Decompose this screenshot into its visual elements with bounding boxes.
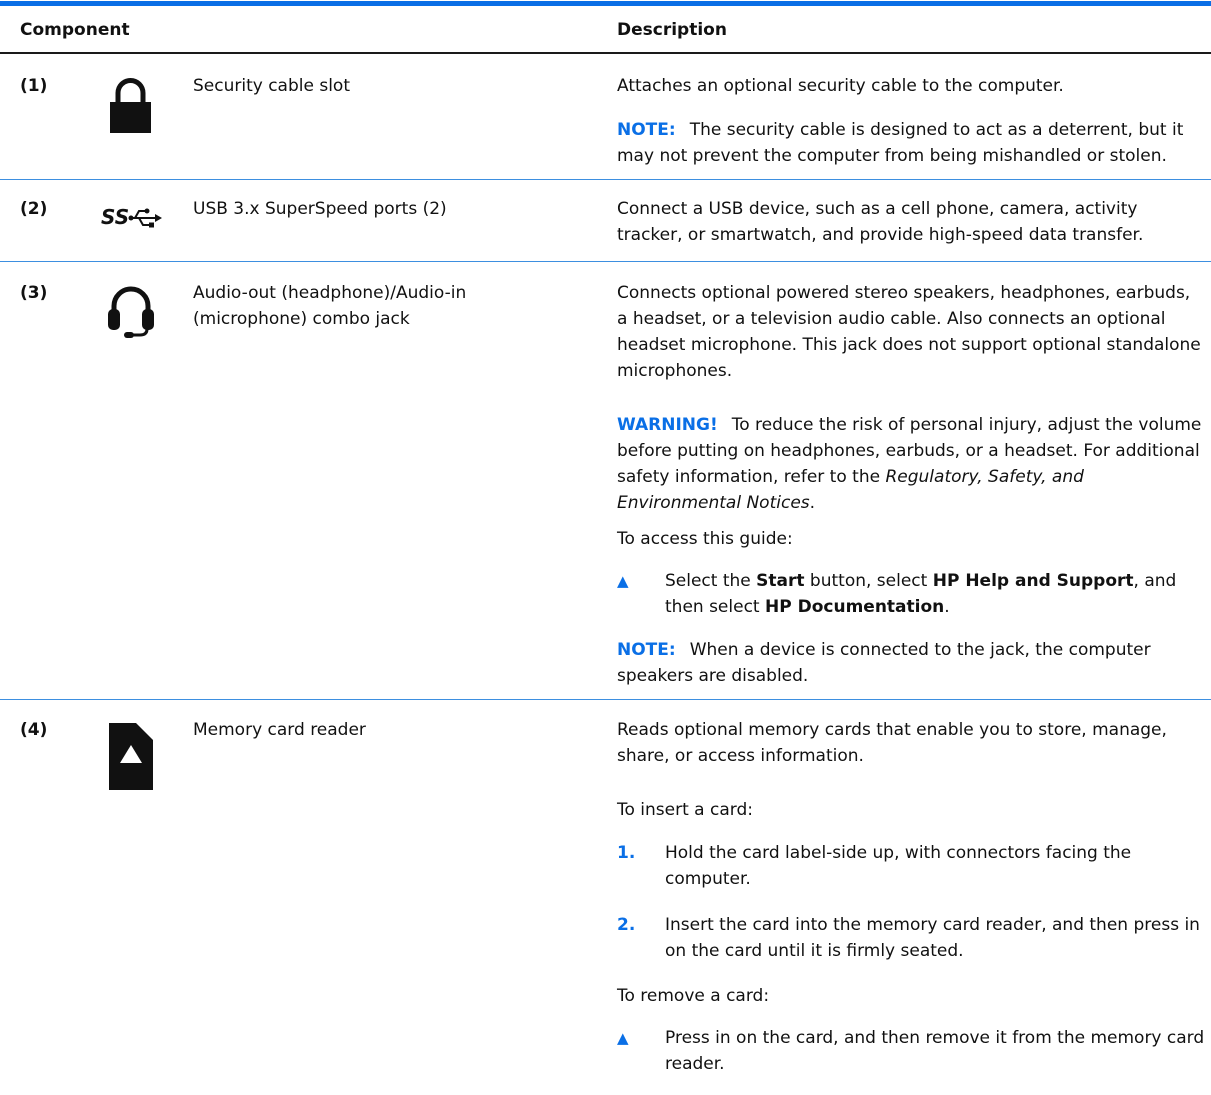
note-block: NOTE: When a device is connected to the j… xyxy=(617,637,1205,689)
triangle-bullet-icon: ▲ xyxy=(617,1029,629,1047)
headset-icon xyxy=(108,286,154,338)
access-step: Select the Start button, select HP Help … xyxy=(665,568,1205,620)
component-description: Reads optional memory cards that enable … xyxy=(617,720,1167,766)
step-number: 2. xyxy=(617,915,636,935)
access-intro: To access this guide: xyxy=(617,529,793,549)
row-divider xyxy=(0,261,1211,262)
note-text: The security cable is designed to act as… xyxy=(617,120,1184,166)
insert-intro: To insert a card: xyxy=(617,800,753,820)
warning-label: WARNING! xyxy=(617,415,718,435)
component-name: Security cable slot xyxy=(193,76,351,96)
triangle-bullet-icon: ▲ xyxy=(617,572,629,590)
note-block: NOTE: The security cable is designed to a… xyxy=(617,117,1205,169)
usb-ss-glyph: SS xyxy=(101,205,130,229)
step-start-emphasis: Start xyxy=(756,571,805,591)
warning-end: . xyxy=(809,493,816,513)
usb-superspeed-icon: SS xyxy=(101,204,163,234)
top-accent-rule xyxy=(0,1,1211,6)
header-rule xyxy=(0,52,1211,54)
usb-trident-glyph xyxy=(128,208,162,228)
row-divider xyxy=(0,179,1211,180)
remove-intro: To remove a card: xyxy=(617,986,770,1006)
row-divider xyxy=(0,699,1211,700)
remove-step: Press in on the card, and then remove it… xyxy=(665,1028,1205,1074)
component-description: Attaches an optional security cable to t… xyxy=(617,76,1064,96)
warning-block: WARNING! To reduce the risk of personal i… xyxy=(617,412,1205,516)
step-number: 1. xyxy=(617,843,636,863)
insert-step: Insert the card into the memory card rea… xyxy=(665,915,1200,961)
column-header-component: Component xyxy=(20,20,130,40)
insert-step: Hold the card label-side up, with connec… xyxy=(665,843,1132,889)
memory-card-icon xyxy=(109,723,153,790)
note-label: NOTE: xyxy=(617,640,676,660)
row-number: (4) xyxy=(20,720,48,740)
component-description: Connect a USB device, such as a cell pho… xyxy=(617,199,1144,245)
step-help-emphasis: HP Help and Support xyxy=(932,571,1134,591)
step-text: button, select xyxy=(804,571,933,591)
lock-icon xyxy=(110,78,151,133)
component-name: Memory card reader xyxy=(193,720,366,740)
row-number: (3) xyxy=(20,283,48,303)
component-name: Audio-out (headphone)/Audio-in (micropho… xyxy=(193,283,467,329)
component-description: Connects optional powered stereo speaker… xyxy=(617,283,1201,381)
note-text: When a device is connected to the jack, … xyxy=(617,640,1151,686)
row-number: (2) xyxy=(20,199,48,219)
component-name: USB 3.x SuperSpeed ports (2) xyxy=(193,199,447,219)
step-text: . xyxy=(944,597,950,617)
step-text: Select the xyxy=(665,571,757,591)
note-label: NOTE: xyxy=(617,120,676,140)
step-documentation-emphasis: HP Documentation xyxy=(765,597,945,617)
column-header-description: Description xyxy=(617,20,727,40)
row-number: (1) xyxy=(20,76,48,96)
